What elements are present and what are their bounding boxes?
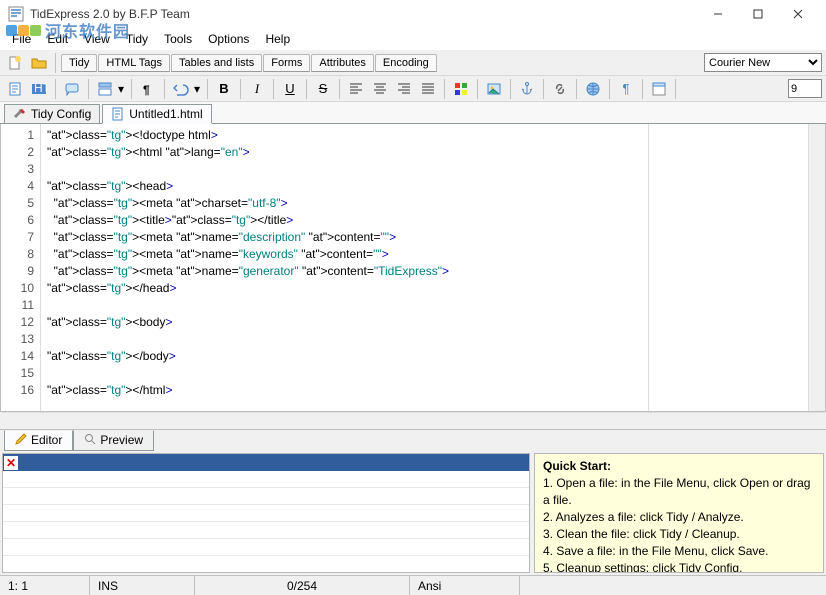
statusbar: 1: 1 INS 0/254 Ansi: [0, 575, 826, 595]
open-folder-icon[interactable]: [28, 52, 50, 74]
magnifier-icon: [84, 433, 96, 448]
align-left-icon[interactable]: [345, 78, 367, 100]
layout-icon[interactable]: [94, 78, 116, 100]
tab-untitled[interactable]: Untitled1.html: [102, 104, 211, 124]
menu-tidy[interactable]: Tidy: [118, 30, 156, 48]
tab-htmltags[interactable]: HTML Tags: [98, 54, 170, 72]
quickstart-item: 3. Clean the file: click Tidy / Cleanup.: [543, 526, 815, 543]
tab-forms[interactable]: Forms: [263, 54, 310, 72]
window-title: TidExpress 2.0 by B.F.P Team: [30, 7, 698, 21]
tab-attrs[interactable]: Attributes: [311, 54, 373, 72]
scrollbar-vertical[interactable]: [808, 124, 825, 411]
align-justify-icon[interactable]: [417, 78, 439, 100]
status-enc: Ansi: [410, 576, 520, 595]
dropdown-icon[interactable]: ▾: [118, 82, 126, 96]
code-area[interactable]: "at">class="tg"><!doctype html>"at">clas…: [41, 124, 648, 411]
close-button[interactable]: [778, 1, 818, 27]
wrench-icon: [13, 107, 27, 121]
tab-tables[interactable]: Tables and lists: [171, 54, 262, 72]
italic-icon[interactable]: I: [246, 78, 268, 100]
quickstart-item: 2. Analyzes a file: click Tidy / Analyze…: [543, 509, 815, 526]
page-icon[interactable]: [4, 78, 26, 100]
tab-editor[interactable]: Editor: [4, 430, 73, 451]
scrollbar-horizontal[interactable]: [1, 412, 825, 429]
window-icon[interactable]: [648, 78, 670, 100]
list-item: [3, 522, 529, 539]
menu-options[interactable]: Options: [200, 30, 257, 48]
tab-tidy-config[interactable]: Tidy Config: [4, 104, 100, 124]
tab-enc[interactable]: Encoding: [375, 54, 437, 72]
menubar: File Edit View Tidy Tools Options Help: [0, 28, 826, 50]
toolbar-tabs: Tidy HTML Tags Tables and lists Forms At…: [61, 54, 437, 72]
paragraph-icon[interactable]: ¶: [137, 78, 159, 100]
quickstart-item: 5. Cleanup settings: click Tidy Config.: [543, 560, 815, 573]
minimize-button[interactable]: [698, 1, 738, 27]
pencil-icon: [15, 433, 27, 448]
undo-icon[interactable]: [170, 78, 192, 100]
code-editor[interactable]: 12345678910111213141516 "at">class="tg">…: [0, 124, 826, 412]
tab-tidy[interactable]: Tidy: [61, 54, 97, 72]
svg-text:HTML: HTML: [34, 81, 47, 95]
app-icon: [8, 6, 24, 22]
menu-view[interactable]: View: [76, 30, 118, 48]
underline-icon[interactable]: U: [279, 78, 301, 100]
align-right-icon[interactable]: [393, 78, 415, 100]
html-icon[interactable]: HTML: [28, 78, 50, 100]
quickstart-panel: Quick Start: 1. Open a file: in the File…: [534, 453, 824, 573]
menu-file[interactable]: File: [4, 30, 39, 48]
status-pos: 1: 1: [0, 576, 90, 595]
image-icon[interactable]: [483, 78, 505, 100]
tab-preview[interactable]: Preview: [73, 430, 154, 451]
link-icon[interactable]: [549, 78, 571, 100]
list-item: [3, 505, 529, 522]
dropdown-icon[interactable]: ▾: [194, 82, 202, 96]
quickstart-item: 1. Open a file: in the File Menu, click …: [543, 475, 815, 509]
menu-help[interactable]: Help: [257, 30, 298, 48]
globe-icon[interactable]: [582, 78, 604, 100]
line-gutter: 12345678910111213141516: [1, 124, 41, 411]
messages-panel: ✕: [2, 453, 530, 573]
align-center-icon[interactable]: [369, 78, 391, 100]
menu-tools[interactable]: Tools: [156, 30, 200, 48]
document-icon: [111, 107, 125, 121]
font-select[interactable]: Courier New: [704, 53, 822, 72]
pilcrow-icon[interactable]: ¶: [615, 78, 637, 100]
quickstart-header: Quick Start:: [543, 458, 815, 475]
bold-icon[interactable]: B: [213, 78, 235, 100]
color-picker-icon[interactable]: [450, 78, 472, 100]
message-list[interactable]: [3, 471, 529, 572]
maximize-button[interactable]: [738, 1, 778, 27]
close-panel-icon[interactable]: ✕: [4, 456, 18, 470]
list-item: [3, 539, 529, 556]
right-margin: [648, 124, 808, 411]
new-file-icon[interactable]: [4, 52, 26, 74]
comment-icon[interactable]: [61, 78, 83, 100]
strike-icon[interactable]: S: [312, 78, 334, 100]
svg-text:¶: ¶: [143, 83, 150, 97]
toolbar-format: HTML ▾ ¶ ▾ B I U S ¶: [0, 76, 826, 102]
menu-edit[interactable]: Edit: [39, 30, 76, 48]
toolbar-tabs-row: Tidy HTML Tags Tables and lists Forms At…: [0, 50, 826, 76]
font-size-input[interactable]: [788, 79, 822, 98]
quickstart-item: 4. Save a file: in the File Menu, click …: [543, 543, 815, 560]
view-tabs: Editor Preview: [0, 429, 826, 451]
list-item: [3, 471, 529, 488]
anchor-icon[interactable]: [516, 78, 538, 100]
bottom-panels: ✕ Quick Start: 1. Open a file: in the Fi…: [0, 451, 826, 575]
status-chars: 0/254: [195, 576, 410, 595]
titlebar: TidExpress 2.0 by B.F.P Team: [0, 0, 826, 28]
list-item: [3, 488, 529, 505]
status-ins: INS: [90, 576, 195, 595]
document-tabs: Tidy Config Untitled1.html: [0, 102, 826, 124]
